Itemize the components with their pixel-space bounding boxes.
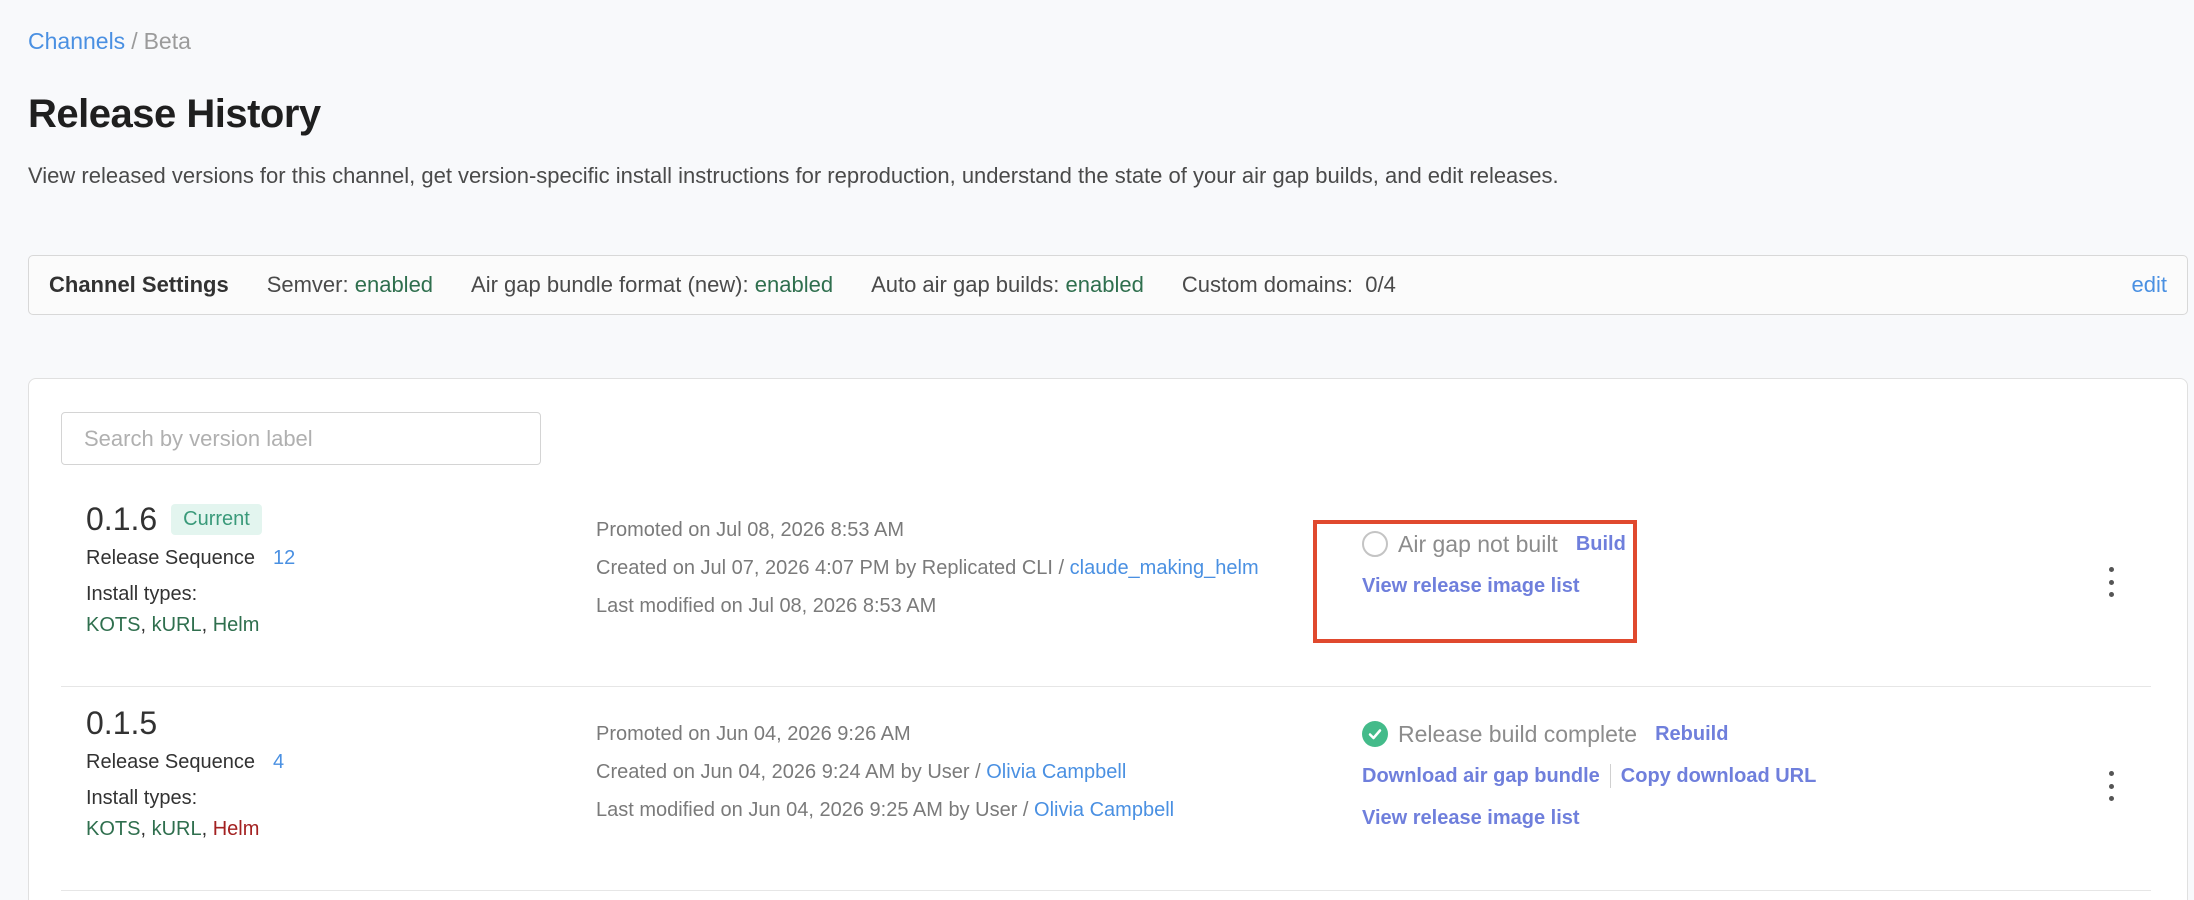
release-dates: Promoted on Jun 04, 2026 9:26 AM Created…	[596, 723, 1174, 837]
airgap-status: Air gap not built Build View release ima…	[1362, 527, 1626, 603]
channel-settings-bar: Channel Settings Semver: enabled Air gap…	[28, 255, 2188, 315]
version-label: 0.1.5	[86, 704, 158, 741]
install-types: KOTS, kURL, Helm	[86, 818, 260, 840]
modified-by-link[interactable]: Olivia Campbell	[1034, 799, 1174, 821]
view-image-list-link[interactable]: View release image list	[1362, 575, 1580, 598]
edit-settings-link[interactable]: edit	[2132, 272, 2167, 298]
release-sequence: Release Sequence 12	[86, 547, 295, 577]
modified-date: Last modified on Jun 04, 2026 9:25 AM by…	[596, 799, 1029, 821]
custom-domains-value: 0/4	[1365, 272, 1396, 297]
bundle-format-setting: Air gap bundle format (new): enabled	[471, 272, 833, 298]
auto-build-value: enabled	[1065, 272, 1144, 297]
semver-setting: Semver: enabled	[267, 272, 433, 298]
bundle-format-label: Air gap bundle format (new):	[471, 272, 749, 297]
release-row: 0.1.5 Release Sequence 4 Install types: K…	[61, 691, 2151, 891]
bundle-format-value: enabled	[754, 272, 834, 297]
empty-circle-icon	[1362, 531, 1388, 557]
build-button[interactable]: Build	[1576, 533, 1626, 556]
created-date: Created on Jul 07, 2026 4:07 PM by Repli…	[596, 557, 1065, 579]
created-date: Created on Jun 04, 2026 9:24 AM by User …	[596, 761, 981, 783]
search-input[interactable]	[61, 412, 541, 465]
kebab-menu-icon[interactable]	[2101, 567, 2121, 597]
airgap-status-text: Air gap not built	[1398, 530, 1558, 557]
install-types: KOTS, kURL, Helm	[86, 614, 260, 636]
version-label: 0.1.6	[86, 500, 158, 537]
release-sequence-label: Release Sequence	[86, 751, 256, 773]
created-info: Created on Jun 04, 2026 9:24 AM by User …	[596, 761, 1174, 799]
install-type-kots: KOTS	[86, 818, 141, 840]
install-type-kurl: kURL	[151, 614, 202, 636]
release-info: 0.1.5 Release Sequence 4 Install types: K…	[86, 691, 284, 841]
semver-value: enabled	[354, 272, 434, 297]
auto-build-setting: Auto air gap builds: enabled	[871, 272, 1144, 298]
created-info: Created on Jul 07, 2026 4:07 PM by Repli…	[596, 557, 1259, 595]
promoted-date: Promoted on Jun 04, 2026 9:26 AM	[596, 723, 911, 745]
release-sequence-number[interactable]: 12	[273, 547, 295, 569]
created-by-link[interactable]: claude_making_helm	[1070, 557, 1259, 579]
install-type-kurl: kURL	[151, 818, 202, 840]
install-type-kots: KOTS	[86, 614, 141, 636]
breadcrumb-current: Beta	[143, 28, 191, 54]
breadcrumb-separator: /	[131, 28, 138, 54]
release-sequence-number[interactable]: 4	[273, 751, 284, 773]
release-row: 0.1.6 Current Release Sequence 12 Install…	[61, 487, 2151, 687]
semver-label: Semver:	[266, 272, 349, 297]
kebab-menu-icon[interactable]	[2101, 771, 2121, 801]
airgap-status: Release build complete Rebuild Download …	[1362, 717, 1816, 835]
custom-domains-setting: Custom domains: 0/4	[1182, 272, 1396, 298]
rebuild-button[interactable]: Rebuild	[1655, 723, 1728, 746]
created-by-link[interactable]: Olivia Campbell	[986, 761, 1126, 783]
current-badge: Current	[171, 503, 262, 535]
breadcrumb: Channels / Beta	[28, 28, 191, 55]
breadcrumb-channels-link[interactable]: Channels	[28, 28, 125, 54]
link-divider	[1609, 764, 1611, 788]
release-sequence: Release Sequence 4	[86, 751, 284, 781]
channel-settings-title: Channel Settings	[49, 272, 229, 297]
install-type-helm: Helm	[212, 614, 260, 636]
airgap-status-text: Release build complete	[1398, 720, 1638, 747]
modified-info: Last modified on Jun 04, 2026 9:25 AM by…	[596, 799, 1174, 837]
release-info: 0.1.6 Current Release Sequence 12 Install…	[86, 487, 295, 637]
copy-download-url-link[interactable]: Copy download URL	[1621, 765, 1817, 788]
page-description: View released versions for this channel,…	[28, 163, 1559, 188]
release-sequence-label: Release Sequence	[86, 547, 256, 569]
custom-domains-label: Custom domains:	[1181, 272, 1354, 297]
install-types-label: Install types:	[86, 787, 198, 809]
install-types-label: Install types:	[86, 583, 198, 605]
page-title: Release History	[28, 92, 321, 136]
release-history-panel: 0.1.6 Current Release Sequence 12 Install…	[28, 378, 2188, 900]
promoted-date: Promoted on Jul 08, 2026 8:53 AM	[596, 519, 904, 541]
view-image-list-link[interactable]: View release image list	[1362, 807, 1580, 830]
download-airgap-bundle-link[interactable]: Download air gap bundle	[1362, 765, 1600, 788]
check-circle-icon	[1362, 721, 1388, 747]
release-dates: Promoted on Jul 08, 2026 8:53 AM Created…	[596, 519, 1259, 633]
auto-build-label: Auto air gap builds:	[871, 272, 1060, 297]
install-type-helm: Helm	[212, 818, 260, 840]
modified-date: Last modified on Jul 08, 2026 8:53 AM	[596, 595, 937, 617]
